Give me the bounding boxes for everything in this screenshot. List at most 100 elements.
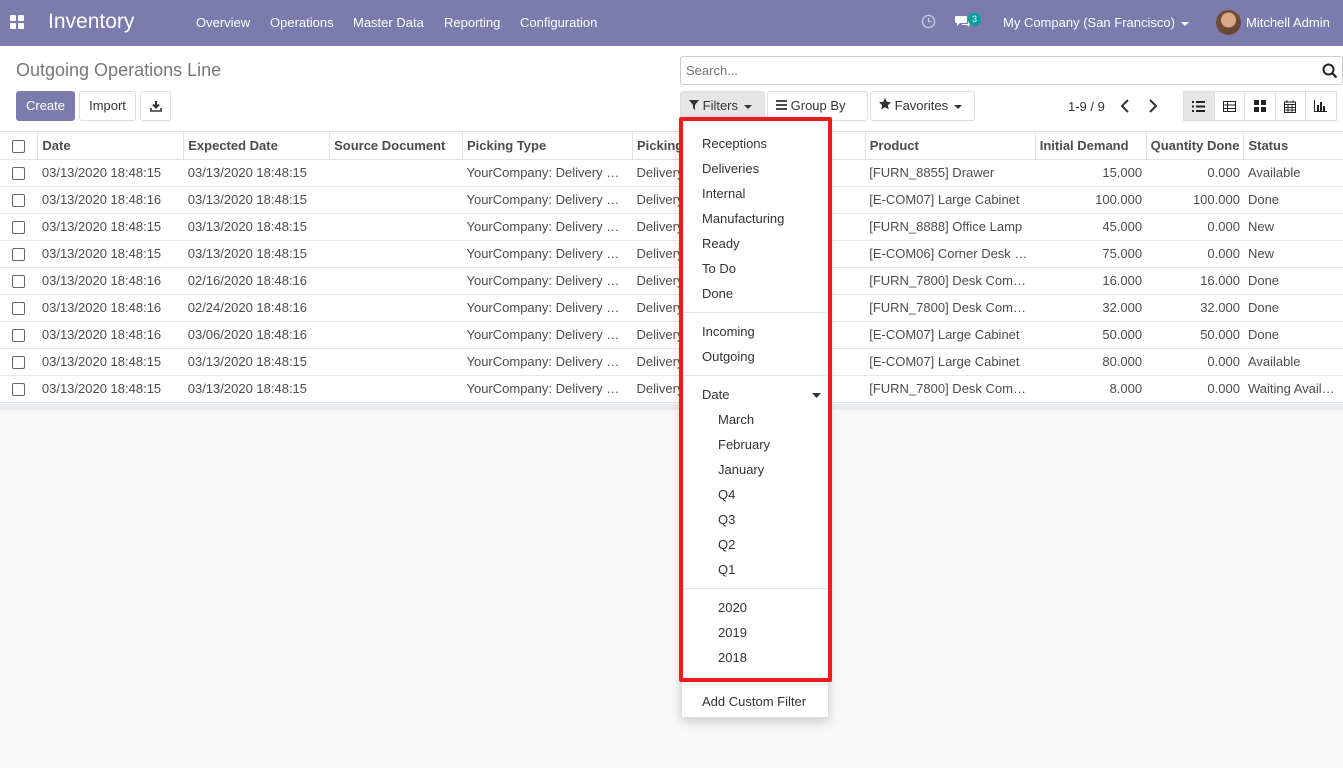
table-cell: YourCompany: Delivery Orders: [462, 213, 633, 241]
table-cell: 50.000: [1146, 321, 1244, 349]
table-cell: Done: [1243, 267, 1343, 295]
chevron-left-icon[interactable]: [1120, 99, 1130, 113]
select-all-checkbox[interactable]: [12, 139, 26, 153]
user-avatar[interactable]: [1216, 10, 1241, 35]
table-cell: YourCompany: Delivery Orders: [462, 321, 633, 349]
graph-view-button[interactable]: [1305, 91, 1337, 121]
table-cell: 02/24/2020 18:48:16: [183, 294, 330, 322]
row-checkbox[interactable]: [12, 167, 26, 181]
menu-overview[interactable]: Overview: [196, 15, 250, 30]
menu-operations[interactable]: Operations: [270, 15, 334, 30]
table-cell: [329, 267, 463, 295]
table-row[interactable]: 03/13/2020 18:48:15 03/13/2020 18:48:15 Yo…: [0, 159, 1343, 187]
table-cell: 16.000: [1146, 267, 1244, 295]
list-bars-icon: [776, 100, 787, 110]
table-row[interactable]: 03/13/2020 18:48:15 03/13/2020 18:48:15 Yo…: [0, 240, 1343, 268]
row-checkbox[interactable]: [12, 221, 26, 235]
search-input[interactable]: [681, 57, 1301, 84]
table-row[interactable]: 03/13/2020 18:48:15 03/13/2020 18:48:15 Yo…: [0, 213, 1343, 241]
highlight-box: [679, 117, 832, 682]
chevron-right-icon[interactable]: [1148, 99, 1158, 113]
table-cell: YourCompany: Delivery Orders: [462, 186, 633, 214]
caret-down-icon: [744, 104, 753, 109]
add-custom-filter[interactable]: Add Custom Filter: [702, 694, 806, 709]
filter-icon: [689, 100, 699, 110]
row-select-cell: [0, 294, 38, 322]
col-status[interactable]: Status: [1243, 132, 1343, 160]
kanban-view-button[interactable]: [1244, 91, 1276, 121]
table-cell: 0.000: [1146, 375, 1244, 403]
table-cell: 100.000: [1035, 186, 1147, 214]
group-by-label: Group By: [790, 98, 846, 113]
table-cell: YourCompany: Delivery Orders: [462, 159, 633, 187]
menu-configuration[interactable]: Configuration: [520, 15, 597, 30]
table-row[interactable]: 03/13/2020 18:48:15 03/13/2020 18:48:15 Yo…: [0, 375, 1343, 403]
table-cell: Done: [1243, 294, 1343, 322]
row-select-cell: [0, 375, 38, 403]
company-name: My Company (San Francisco): [1003, 15, 1175, 30]
col-expected-date[interactable]: Expected Date: [183, 132, 331, 160]
table-cell: 03/13/2020 18:48:15: [37, 240, 184, 268]
row-checkbox[interactable]: [12, 329, 26, 343]
col-date[interactable]: Date: [37, 132, 185, 160]
table-cell: Done: [1243, 186, 1343, 214]
table-cell: [FURN_8888] Office Lamp: [865, 213, 1036, 241]
table-cell: YourCompany: Delivery Orders: [462, 375, 633, 403]
row-checkbox[interactable]: [12, 383, 26, 397]
row-checkbox[interactable]: [12, 194, 26, 208]
row-checkbox[interactable]: [12, 275, 26, 289]
user-name[interactable]: Mitchell Admin: [1246, 15, 1330, 30]
row-checkbox[interactable]: [12, 356, 26, 370]
menu-master-data[interactable]: Master Data: [353, 15, 424, 30]
favorites-button[interactable]: Favorites: [870, 91, 975, 121]
table-cell: YourCompany: Delivery Orders: [462, 348, 633, 376]
caret-down-icon: [1180, 21, 1189, 26]
table-header-row: Date Expected Date Source Document Picki…: [0, 132, 1343, 160]
search-bar: [680, 56, 1343, 85]
table-row[interactable]: 03/13/2020 18:48:15 03/13/2020 18:48:15 Yo…: [0, 348, 1343, 376]
company-switcher[interactable]: My Company (San Francisco): [1003, 15, 1189, 30]
app-name[interactable]: Inventory: [48, 10, 134, 34]
table-grid-icon: [1222, 100, 1236, 112]
row-checkbox[interactable]: [12, 248, 26, 262]
table-cell: 03/06/2020 18:48:16: [183, 321, 330, 349]
table-cell: 03/13/2020 18:48:16: [37, 267, 184, 295]
table-cell: 03/13/2020 18:48:15: [183, 375, 330, 403]
table-cell: 0.000: [1146, 213, 1244, 241]
caret-down-icon: [954, 104, 963, 109]
calendar-view-button[interactable]: [1274, 91, 1306, 121]
col-quantity-done[interactable]: Quantity Done: [1146, 132, 1245, 160]
table-row[interactable]: 03/13/2020 18:48:16 02/16/2020 18:48:16 Yo…: [0, 267, 1343, 295]
table-row[interactable]: 03/13/2020 18:48:16 03/13/2020 18:48:15 Yo…: [0, 186, 1343, 214]
table-cell: Waiting Availability: [1243, 375, 1343, 403]
star-icon: [879, 98, 891, 110]
list-view-button[interactable]: [1183, 91, 1215, 121]
apps-menu-icon[interactable]: [10, 15, 24, 29]
col-source-document[interactable]: Source Document: [329, 132, 463, 160]
row-select-cell: [0, 348, 38, 376]
divider: [682, 684, 828, 685]
table-row[interactable]: 03/13/2020 18:48:16 02/24/2020 18:48:16 Yo…: [0, 294, 1343, 322]
download-button[interactable]: [140, 91, 171, 121]
row-select-cell: [0, 267, 38, 295]
import-button[interactable]: Import: [79, 91, 136, 121]
pivot-view-button[interactable]: [1213, 91, 1245, 121]
table-cell: YourCompany: Delivery Orders: [462, 240, 633, 268]
table-cell: [329, 213, 463, 241]
table-cell: [FURN_7800] Desk Combination: [865, 375, 1036, 403]
table-cell: 03/13/2020 18:48:15: [37, 213, 184, 241]
create-button[interactable]: Create: [16, 91, 75, 121]
activity-clock-icon[interactable]: [921, 14, 936, 29]
table-cell: [E-COM06] Corner Desk Right Sit: [865, 240, 1036, 268]
kanban-icon: [1253, 100, 1266, 112]
row-checkbox[interactable]: [12, 302, 26, 316]
col-product[interactable]: Product: [865, 132, 1036, 160]
menu-reporting[interactable]: Reporting: [444, 15, 500, 30]
pager-value[interactable]: 1-9 / 9: [1068, 99, 1105, 114]
table-cell: 03/13/2020 18:48:16: [37, 321, 184, 349]
search-icon[interactable]: [1322, 63, 1338, 79]
table-row[interactable]: 03/13/2020 18:48:16 03/06/2020 18:48:16 Yo…: [0, 321, 1343, 349]
col-initial-demand[interactable]: Initial Demand: [1035, 132, 1147, 160]
col-picking-type[interactable]: Picking Type: [462, 132, 633, 160]
table-cell: New: [1243, 240, 1343, 268]
